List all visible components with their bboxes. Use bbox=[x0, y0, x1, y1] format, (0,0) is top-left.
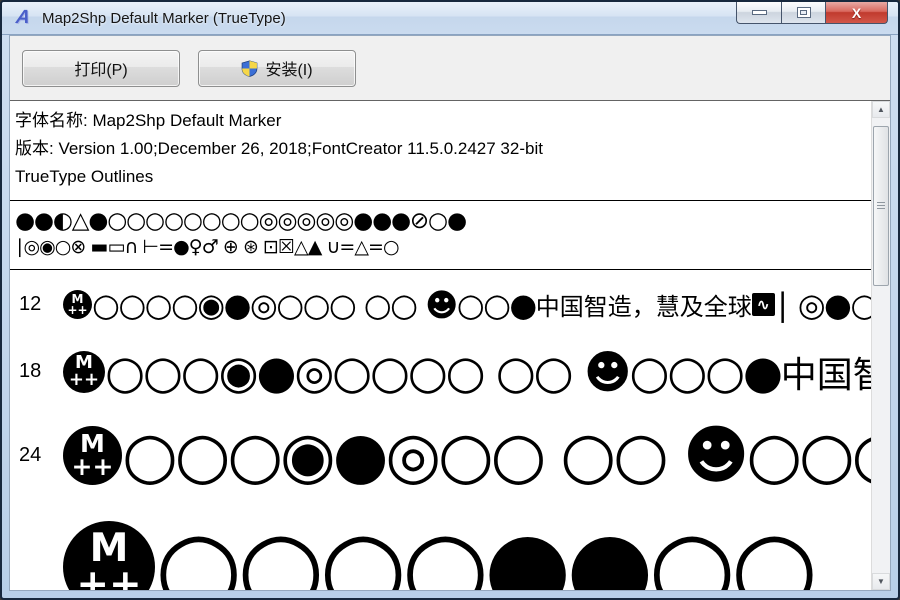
row-size-label: 18 bbox=[15, 360, 63, 383]
scroll-down-button[interactable]: ▼ bbox=[872, 573, 890, 590]
size-sample-row: 12M++○○○○◉●◎○○○ ○○ ☻○○●中国智造，慧及全球∿ ∣ ◎●○⊗ bbox=[15, 276, 872, 334]
size-sample-row: M++○○○○●●○○ bbox=[15, 502, 872, 591]
font-viewer-window: A Map2Shp Default Marker (TrueType) X 打印… bbox=[0, 0, 900, 600]
logo-square-glyph: ∿ bbox=[752, 293, 775, 316]
marker-glyphs: ○○○◉●◎○○ ○○ ☻○○○ bbox=[122, 419, 872, 493]
print-button[interactable]: 打印(P) bbox=[22, 50, 180, 87]
marker-glyphs: ∣ ◎●○⊗ bbox=[775, 286, 872, 324]
size-sample-row: 24M++○○○◉●◎○○ ○○ ☻○○○ bbox=[15, 410, 872, 502]
window-controls: X bbox=[736, 2, 888, 24]
close-icon: X bbox=[852, 6, 861, 20]
map2shp-logo-glyph: M++ bbox=[63, 290, 92, 319]
glyph-sample-row-lowercase: ●●◐△●○○○○○○○○◎◎◎◎◎●●●⊘○● bbox=[15, 207, 872, 236]
separator bbox=[10, 200, 872, 201]
marker-glyphs: ○○○◉●◎○○○○ ○○ ☻○○○● bbox=[105, 345, 781, 399]
separator bbox=[10, 269, 872, 270]
scroll-up-button[interactable]: ▲ bbox=[872, 101, 890, 118]
chinese-sample-text: 中国智造，慧及全球 bbox=[536, 287, 752, 322]
font-viewer-icon: A bbox=[10, 7, 35, 29]
row-size-label: 24 bbox=[15, 444, 63, 467]
scrollbar-track[interactable] bbox=[872, 118, 890, 573]
install-button[interactable]: 安装(I) bbox=[198, 50, 356, 87]
marker-glyphs: ○○○○◉●◎○○○ ○○ ☻○○● bbox=[92, 286, 536, 324]
map2shp-logo-glyph: M++ bbox=[63, 351, 105, 393]
client-area: 打印(P) 安装(I) 字体名称: Map2Shp Default Marker… bbox=[9, 35, 891, 591]
vertical-scrollbar[interactable]: ▲ ▼ bbox=[871, 101, 890, 590]
scrollbar-grip-icon bbox=[877, 202, 885, 210]
preview-area: 字体名称: Map2Shp Default Marker 版本: Version… bbox=[10, 100, 890, 590]
font-outline-line: TrueType Outlines bbox=[15, 163, 872, 191]
print-button-label: 打印(P) bbox=[74, 56, 127, 80]
size-sample-rows: 12M++○○○○◉●◎○○○ ○○ ☻○○●中国智造，慧及全球∿ ∣ ◎●○⊗… bbox=[15, 276, 872, 591]
maximize-icon bbox=[797, 7, 811, 18]
chinese-sample-text: 中国智造 bbox=[781, 346, 872, 398]
install-button-label: 安装(I) bbox=[265, 56, 312, 80]
minimize-button[interactable] bbox=[736, 2, 781, 24]
marker-glyphs: ○○○○●●○○ bbox=[155, 508, 813, 590]
maximize-button[interactable] bbox=[781, 2, 826, 24]
close-button[interactable]: X bbox=[826, 2, 888, 24]
window-title: Map2Shp Default Marker (TrueType) bbox=[42, 10, 286, 27]
font-name-line: 字体名称: Map2Shp Default Marker bbox=[15, 107, 872, 135]
scrollbar-thumb[interactable] bbox=[873, 126, 889, 286]
row-size-label: 12 bbox=[15, 293, 63, 316]
font-version-line: 版本: Version 1.00;December 26, 2018;FontC… bbox=[15, 135, 872, 163]
map2shp-logo-glyph: M++ bbox=[63, 521, 155, 591]
toolbar: 打印(P) 安装(I) bbox=[10, 36, 890, 100]
titlebar: A Map2Shp Default Marker (TrueType) X bbox=[2, 2, 898, 35]
size-sample-row: 18M++○○○◉●◎○○○○ ○○ ☻○○○●中国智造 bbox=[15, 334, 872, 410]
font-preview: 字体名称: Map2Shp Default Marker 版本: Version… bbox=[10, 101, 872, 590]
minimize-icon bbox=[752, 10, 767, 15]
map2shp-logo-glyph: M++ bbox=[63, 426, 122, 485]
glyph-sample-row-symbols: ∣◎◉○⊗ ▬▭∩ ⊢=●♀♂ ⊕ ⊛ ⊡☒△▲ ∪=△=○ bbox=[15, 236, 872, 260]
uac-shield-icon bbox=[241, 60, 258, 77]
